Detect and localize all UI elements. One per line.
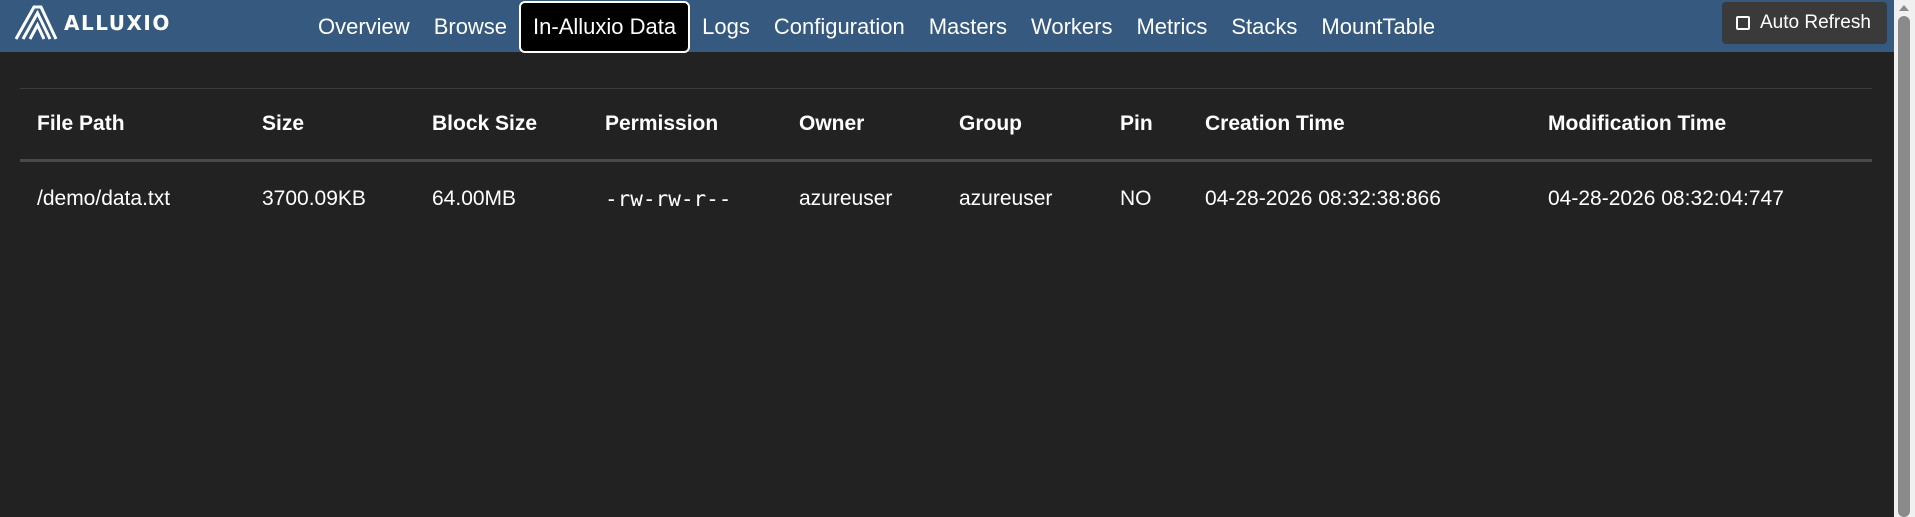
brand-name: ALLUXIO — [64, 11, 171, 35]
nav-mounttable[interactable]: MountTable — [1309, 3, 1447, 51]
nav-workers[interactable]: Workers — [1019, 3, 1125, 51]
column-header-file-path[interactable]: File Path — [20, 89, 245, 162]
in-alluxio-files-table: File Path Size Block Size Permission Own… — [20, 89, 1872, 236]
column-header-owner[interactable]: Owner — [782, 89, 942, 162]
cell-block-size: 64.00MB — [432, 187, 517, 210]
column-header-creation-time[interactable]: Creation Time — [1188, 89, 1531, 162]
scroll-up-arrow-icon[interactable] — [1899, 5, 1909, 11]
auto-refresh-toggle[interactable]: Auto Refresh — [1722, 2, 1887, 44]
scrollbar-thumb[interactable] — [1898, 16, 1910, 517]
cell-modification-time: 04-28-2026 08:32:04:747 — [1548, 187, 1784, 210]
column-header-modification-time[interactable]: Modification Time — [1531, 89, 1872, 162]
cell-file-path[interactable]: /demo/data.txt — [20, 161, 245, 237]
nav-in-alluxio-data[interactable]: In-Alluxio Data — [519, 1, 691, 53]
cell-group: azureuser — [959, 187, 1053, 210]
column-header-size[interactable]: Size — [245, 89, 415, 162]
column-header-pin[interactable]: Pin — [1103, 89, 1188, 162]
table-header-row: File Path Size Block Size Permission Own… — [20, 89, 1872, 162]
auto-refresh-label: Auto Refresh — [1760, 12, 1871, 33]
auto-refresh-checkbox[interactable] — [1736, 16, 1750, 30]
page: ALLUXIO Overview Browse In-Alluxio Data … — [0, 0, 1915, 517]
column-header-group[interactable]: Group — [942, 89, 1103, 162]
nav-stacks[interactable]: Stacks — [1219, 3, 1309, 51]
table-row: /demo/data.txt 3700.09KB 64.00MB -rw-rw-… — [20, 161, 1872, 237]
nav-overview[interactable]: Overview — [306, 3, 422, 51]
cell-pin: NO — [1120, 187, 1152, 210]
cell-permission: -rw-rw-r-- — [605, 187, 732, 211]
nav-browse[interactable]: Browse — [422, 3, 519, 51]
main-nav: Overview Browse In-Alluxio Data Logs Con… — [306, 1, 1447, 53]
nav-configuration[interactable]: Configuration — [762, 3, 917, 51]
nav-masters[interactable]: Masters — [917, 3, 1019, 51]
cell-creation-time: 04-28-2026 08:32:38:866 — [1205, 187, 1441, 210]
column-header-block-size[interactable]: Block Size — [415, 89, 588, 162]
vertical-scrollbar[interactable] — [1894, 0, 1915, 517]
nav-metrics[interactable]: Metrics — [1124, 3, 1219, 51]
nav-logs[interactable]: Logs — [690, 3, 762, 51]
alluxio-logo-icon — [14, 5, 58, 41]
brand[interactable]: ALLUXIO — [14, 4, 171, 42]
column-header-permission[interactable]: Permission — [588, 89, 782, 162]
cell-size: 3700.09KB — [262, 187, 366, 210]
top-navbar: ALLUXIO Overview Browse In-Alluxio Data … — [0, 0, 1894, 53]
cell-owner: azureuser — [799, 187, 893, 210]
